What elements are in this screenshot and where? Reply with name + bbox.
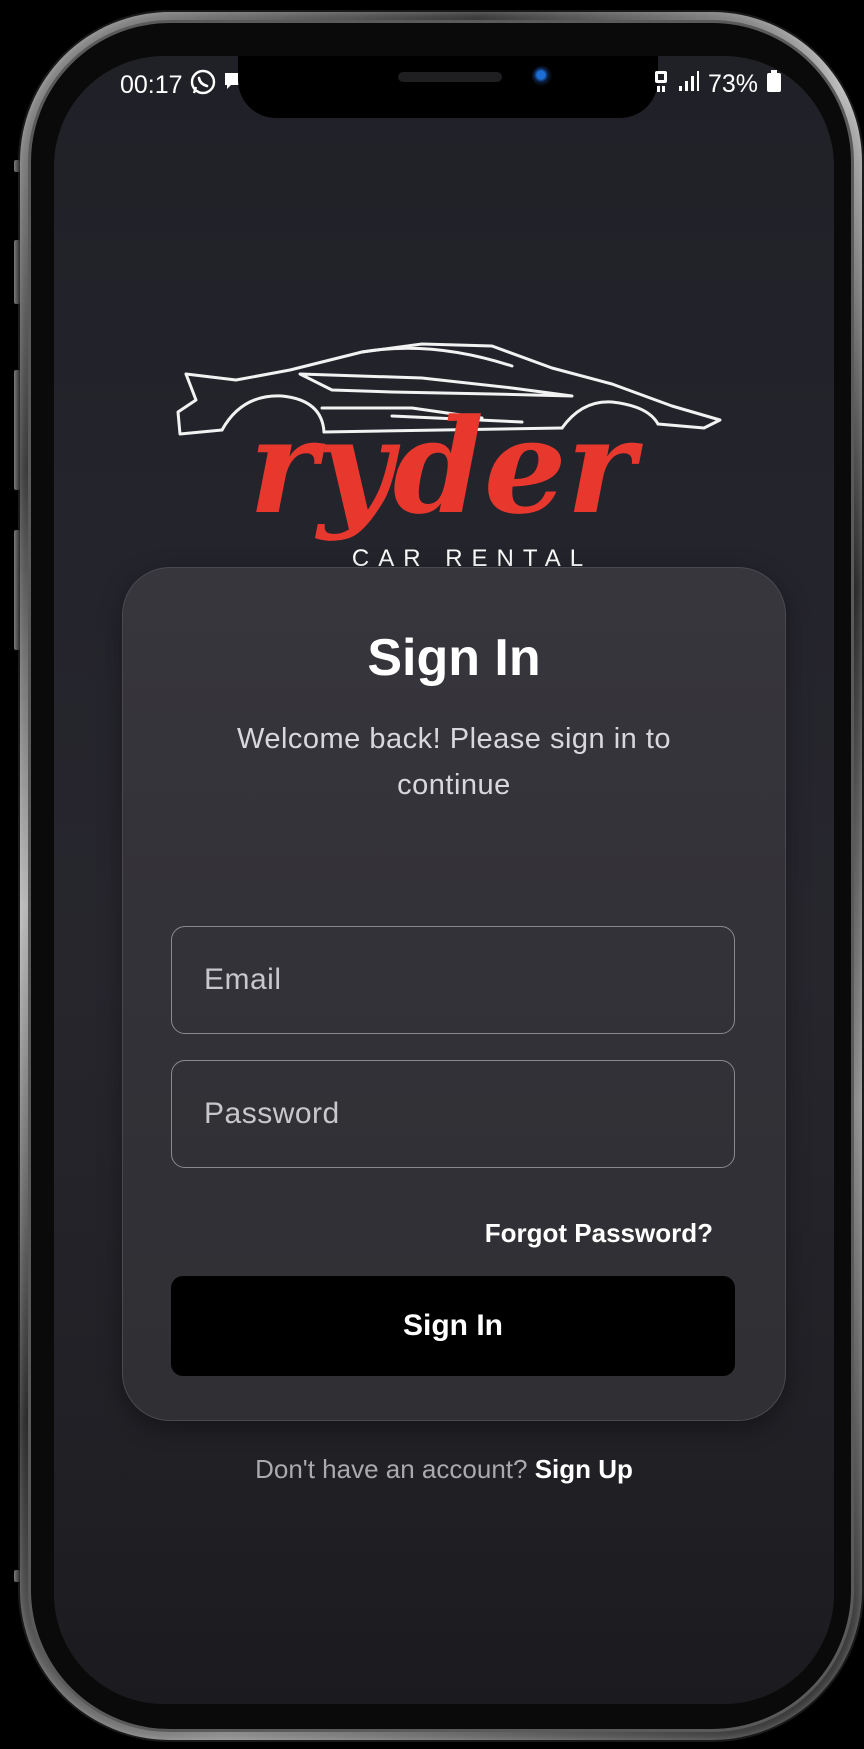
email-field[interactable]	[171, 926, 735, 1034]
earpiece-speaker	[398, 72, 502, 82]
battery-percent: 73%	[707, 70, 758, 98]
app-screen: 00:17 73% ryder CAR RENTAL Sign In Welco…	[54, 56, 834, 1704]
forgot-password-link[interactable]: Forgot Password?	[485, 1218, 713, 1249]
volume-up-button	[14, 370, 20, 490]
welcome-subtitle: Welcome back! Please sign in to continue	[236, 723, 672, 801]
data-icon	[654, 68, 670, 101]
password-field[interactable]	[171, 1060, 735, 1168]
sign-in-card: Sign In Welcome back! Please sign in to …	[122, 567, 786, 1421]
status-bar-left: 00:17	[120, 68, 241, 103]
mute-switch	[14, 240, 20, 304]
side-button-bottom	[14, 1570, 20, 1582]
email-input[interactable]	[172, 927, 734, 1033]
logo-brand-text: ryder	[249, 390, 644, 543]
status-time: 00:17	[120, 71, 183, 99]
volume-down-button	[14, 530, 20, 650]
sign-up-link[interactable]: Sign Up	[535, 1454, 633, 1484]
front-camera-icon	[532, 66, 552, 86]
whatsapp-icon	[189, 68, 217, 103]
battery-icon	[766, 69, 782, 100]
signal-icon	[678, 70, 700, 99]
notch	[238, 56, 658, 118]
signup-prompt-text: Don't have an account?	[255, 1454, 528, 1484]
side-button-top	[14, 160, 20, 172]
page-title: Sign In	[367, 629, 541, 687]
sign-in-button[interactable]: Sign In	[171, 1276, 735, 1376]
password-input[interactable]	[172, 1061, 734, 1167]
signup-prompt: Don't have an account? Sign Up	[54, 1454, 834, 1485]
ryder-logo: ryder CAR RENTAL	[172, 316, 732, 576]
status-bar-right: 73%	[654, 68, 782, 101]
